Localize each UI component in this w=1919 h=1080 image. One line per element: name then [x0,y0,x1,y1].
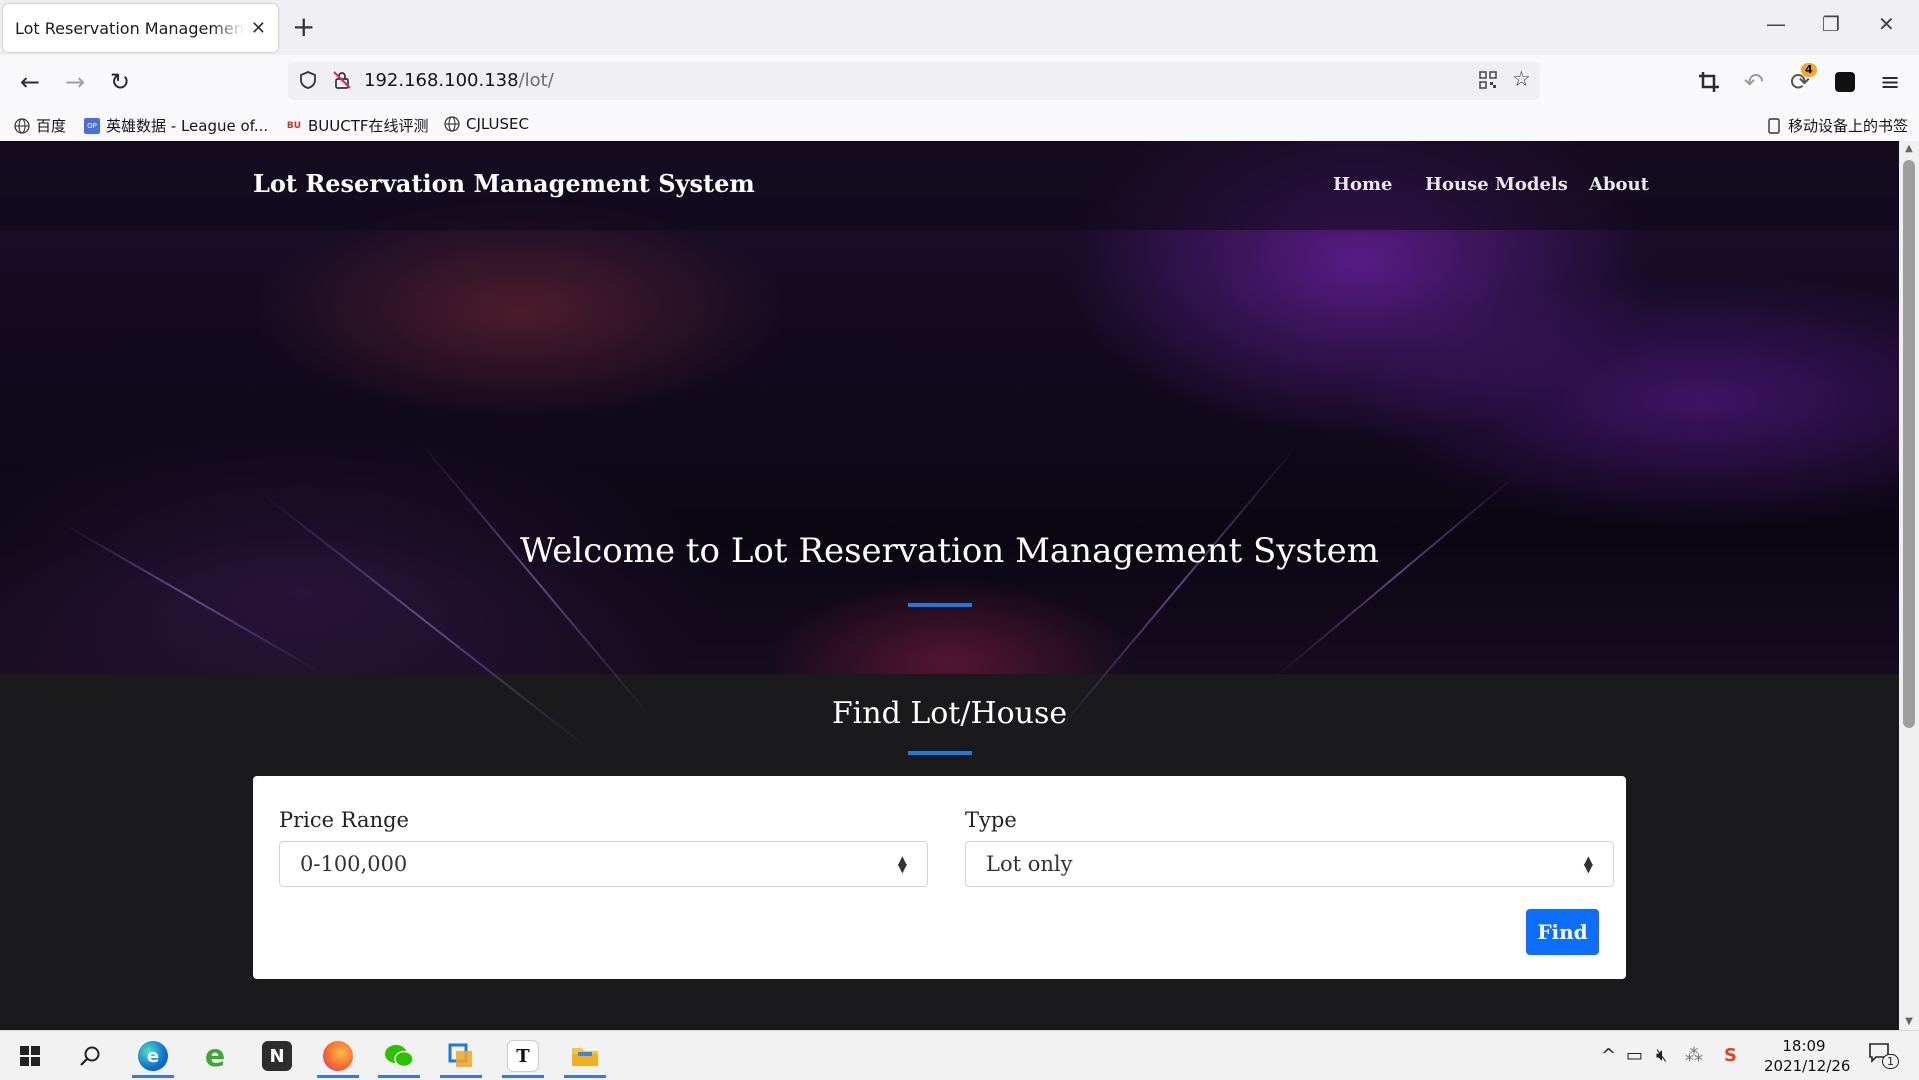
bookmark-label: 百度 [36,117,67,135]
bookmark-label: CJLUSEC [466,115,529,133]
url-path: /lot/ [518,70,554,91]
volume-muted-icon[interactable]: 🔇︎ [1656,1045,1667,1066]
notification-center-icon[interactable]: 1 [1868,1042,1899,1069]
qr-code-icon[interactable] [1478,70,1498,95]
ie-logo: e [204,1038,226,1074]
system-clock[interactable]: 18:09 2021/12/26 [1764,1036,1851,1076]
wechat-logo [384,1041,414,1071]
close-window-icon[interactable]: ✕ [1878,12,1895,36]
select-arrows-icon: ▲ ▼ [897,853,907,875]
nav-house-models[interactable]: House Models [1425,174,1568,195]
tracking-shield-icon[interactable] [298,70,318,95]
find-divider [908,751,972,755]
forward-icon[interactable]: → [59,66,91,98]
price-range-select[interactable]: 0-100,000 ▲ ▼ [279,841,928,887]
insecure-lock-icon[interactable] [332,70,352,95]
buuctf-icon: BU [286,120,302,131]
menu-hamburger-icon[interactable]: ≡ [1874,66,1906,98]
undo-icon[interactable]: ↶ [1738,66,1770,98]
address-bar[interactable]: 192.168.100.138/lot/ ☆ [288,62,1540,100]
globe-icon [444,116,460,132]
input-method-icon[interactable]: ⁂ [1685,1045,1703,1066]
account-extension-icon[interactable] [1829,66,1861,98]
virtualbox-logo [446,1041,476,1071]
hero-banner: Lot Reservation Management System Home H… [0,141,1899,752]
site-brand[interactable]: Lot Reservation Management System [253,169,755,198]
edge-logo: e [138,1041,168,1071]
find-button[interactable]: Find [1526,909,1599,955]
hero-streak-decoration [1054,441,1301,734]
firefox-icon[interactable] [313,1034,363,1078]
new-tab-button[interactable]: + [292,10,315,44]
bookmark-buuctf[interactable]: BU BUUCTF在线评测 [286,115,429,136]
bookmarks-bar: 百度 OP 英雄数据 - League of... BU BUUCTF在线评测 … [0,109,1919,142]
browser-tab-active[interactable]: Lot Reservation Management System ✕ [3,4,278,52]
virtualbox-icon[interactable] [436,1034,486,1078]
windows-taskbar: e e N T ^ ▭ 🔇︎ ⁂ S 18:09 2021/12/26 1 [0,1030,1919,1080]
typora-logo: T [507,1040,539,1072]
find-section-title: Find Lot/House [831,696,1068,731]
globe-icon [14,117,30,134]
notion-icon[interactable]: N [252,1034,302,1078]
typora-icon[interactable]: T [498,1034,548,1078]
ie-icon[interactable]: e [190,1034,240,1078]
site-navbar: Lot Reservation Management System Home H… [0,141,1899,230]
url-host: 192.168.100.138 [364,70,519,91]
notification-count: 1 [1882,1054,1899,1069]
search-form-card: Price Range 0-100,000 ▲ ▼ Type Lot only ▲… [253,776,1626,979]
bookmark-baidu[interactable]: 百度 [14,115,66,136]
firefox-logo [323,1041,353,1071]
nav-home[interactable]: Home [1333,174,1393,195]
start-button[interactable] [5,1034,55,1078]
hero-streak-decoration [419,441,653,719]
network-icon[interactable]: ▭ [1626,1045,1643,1066]
restore-icon[interactable]: ❐ [1822,12,1840,36]
reload-icon[interactable]: ↻ [104,66,136,98]
price-range-value: 0-100,000 [300,852,408,876]
page-viewport: Lot Reservation Management System Home H… [0,141,1899,1030]
price-range-label: Price Range [279,808,409,832]
hero-divider [908,603,972,607]
extension-badge: 4 [1801,63,1817,77]
back-icon[interactable]: ← [14,66,46,98]
extension-icon[interactable]: ⟳ 4 [1784,63,1817,98]
search-icon[interactable] [65,1034,115,1078]
notion-logo: N [262,1041,292,1071]
hero-streak-decoration [1274,471,1521,679]
tray-overflow-icon[interactable]: ^ [1601,1045,1616,1066]
type-select[interactable]: Lot only ▲ ▼ [965,841,1614,887]
bookmark-league-data[interactable]: OP 英雄数据 - League of... [84,115,268,136]
bookmark-star-icon[interactable]: ☆ [1512,67,1531,91]
file-explorer-icon[interactable] [560,1034,610,1078]
scrollbar-thumb[interactable] [1903,160,1915,728]
windows-start-icon [20,1046,40,1066]
select-arrows-icon: ▲ ▼ [1583,853,1593,875]
scroll-down-icon[interactable]: ▼ [1899,1016,1919,1027]
scroll-up-icon[interactable]: ▲ [1899,143,1919,154]
minimize-icon[interactable]: — [1766,12,1786,36]
mobile-bookmarks[interactable]: 移动设备上的书签 [1766,115,1908,136]
bookmark-label: BUUCTF在线评测 [308,117,429,135]
tab-strip: Lot Reservation Management System ✕ + — … [0,0,1919,55]
folder-logo [570,1041,600,1071]
hero-title: Welcome to Lot Reservation Management Sy… [520,531,1379,571]
nav-about[interactable]: About [1589,174,1649,195]
sogou-ime-icon[interactable]: S [1724,1045,1737,1066]
clock-date: 2021/12/26 [1764,1057,1851,1075]
tab-title: Lot Reservation Management System [15,18,245,38]
type-value: Lot only [986,852,1073,876]
clock-time: 18:09 [1782,1037,1826,1055]
bookmark-label: 移动设备上的书签 [1788,117,1909,135]
screenshot-crop-icon[interactable] [1693,66,1725,98]
bookmark-label: 英雄数据 - League of... [106,117,269,135]
tab-close-icon[interactable]: ✕ [251,18,266,39]
bookmark-cjlusec[interactable]: CJLUSEC [444,115,529,133]
url-text[interactable]: 192.168.100.138/lot/ [364,70,554,91]
opgg-icon: OP [84,117,100,134]
wechat-icon[interactable] [374,1034,424,1078]
type-label: Type [965,808,1017,832]
mobile-device-icon [1766,117,1782,134]
edge-icon[interactable]: e [128,1034,178,1078]
